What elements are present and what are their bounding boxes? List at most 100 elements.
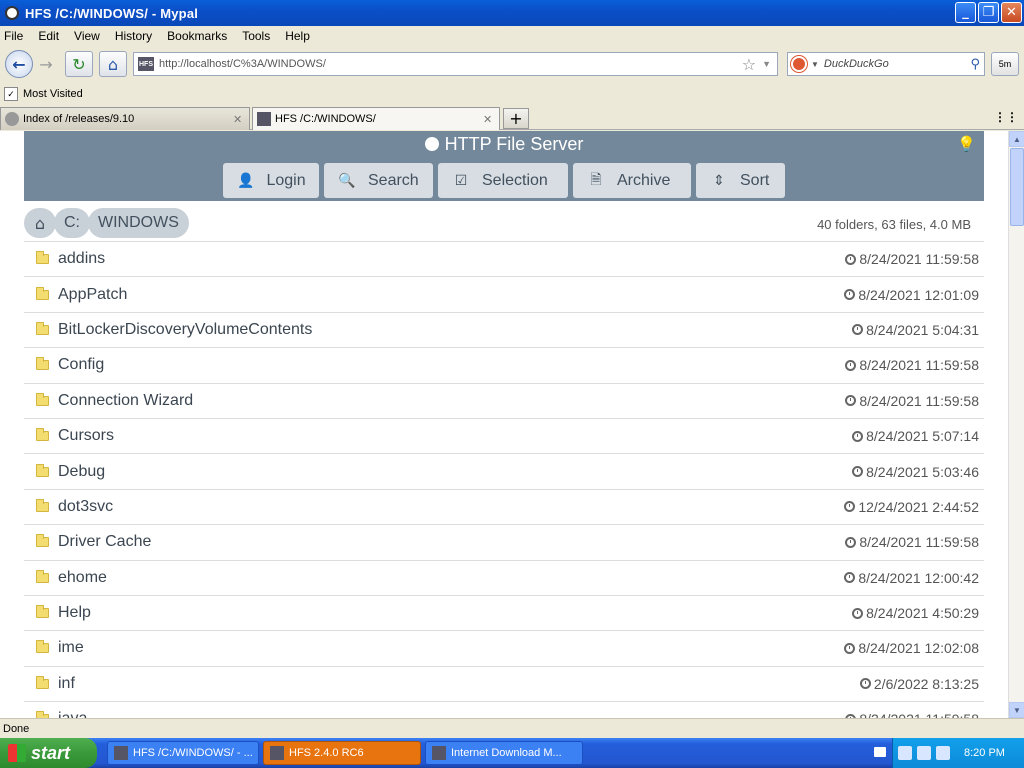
folder-name[interactable]: Cursors bbox=[58, 427, 852, 445]
forward-button[interactable]: → bbox=[33, 51, 59, 77]
folder-row[interactable]: Cursors 8/24/2021 5:07:14 bbox=[24, 417, 984, 453]
status-text: Done bbox=[3, 722, 30, 735]
scroll-down-button[interactable]: ▼ bbox=[1009, 702, 1024, 718]
tab-close-icon[interactable]: ✕ bbox=[233, 113, 249, 126]
selection-button[interactable]: ☑ Selection bbox=[438, 163, 568, 198]
reload-button[interactable]: ↻ bbox=[65, 51, 93, 77]
tab-hfs-windows[interactable]: HFS /C:/WINDOWS/ ✕ bbox=[252, 107, 500, 130]
archive-button[interactable]: 🗎 Archive bbox=[573, 163, 691, 198]
menu-view[interactable]: View bbox=[74, 29, 100, 43]
menu-edit[interactable]: Edit bbox=[38, 29, 59, 43]
folder-name[interactable]: inf bbox=[58, 675, 860, 693]
home-button[interactable]: ⌂ bbox=[99, 51, 127, 77]
folder-row[interactable]: ime 8/24/2021 12:02:08 bbox=[24, 630, 984, 665]
taskbar-item-idm[interactable]: Internet Download M... bbox=[425, 741, 583, 765]
file-list: addins 8/24/2021 11:59:58 AppPatch 8/24/202… bbox=[24, 241, 984, 718]
bookmark-star-icon[interactable]: ☆ bbox=[742, 55, 756, 74]
folder-row[interactable]: BitLockerDiscoveryVolumeContents 8/24/202… bbox=[24, 311, 984, 347]
folder-row[interactable]: Help 8/24/2021 4:50:29 bbox=[24, 594, 984, 630]
folder-name[interactable]: Help bbox=[58, 604, 852, 622]
search-input[interactable]: DuckDuckGo bbox=[824, 58, 971, 70]
folder-name[interactable]: AppPatch bbox=[58, 286, 844, 304]
menu-bookmarks[interactable]: Bookmarks bbox=[167, 29, 227, 43]
extension-button[interactable]: 5m bbox=[991, 52, 1019, 76]
login-button[interactable]: 👤 Login bbox=[223, 163, 319, 198]
scroll-thumb[interactable] bbox=[1010, 148, 1024, 226]
folder-row[interactable]: java 8/24/2021 11:59:58 bbox=[24, 701, 984, 718]
globe-icon bbox=[424, 137, 439, 151]
start-button[interactable]: start bbox=[0, 738, 97, 768]
mypal-app-icon bbox=[5, 6, 19, 20]
window-title: HFS /C:/WINDOWS/ - Mypal bbox=[25, 5, 199, 21]
minimize-button[interactable]: _ bbox=[955, 2, 976, 23]
system-tray: 8:20 PM bbox=[892, 738, 1024, 768]
breadcrumb-windows[interactable]: WINDOWS bbox=[88, 208, 189, 238]
folder-name[interactable]: dot3svc bbox=[58, 498, 844, 516]
duckduckgo-icon[interactable] bbox=[791, 56, 807, 72]
tab-favicon-icon bbox=[257, 112, 271, 126]
folder-row[interactable]: dot3svc 12/24/2021 2:44:52 bbox=[24, 488, 984, 524]
tab-close-icon[interactable]: ✕ bbox=[483, 113, 499, 126]
keyboard-icon[interactable] bbox=[874, 747, 886, 757]
url-text[interactable]: http://localhost/C%3A/WINDOWS/ bbox=[159, 58, 742, 70]
folder-icon bbox=[36, 640, 49, 654]
folder-row[interactable]: Connection Wizard 8/24/2021 11:59:58 bbox=[24, 382, 984, 418]
folder-date-text: 8/24/2021 11:59:58 bbox=[859, 392, 979, 409]
menu-history[interactable]: History bbox=[115, 29, 152, 43]
breadcrumb-c-drive[interactable]: C: bbox=[54, 208, 90, 238]
scroll-up-button[interactable]: ▲ bbox=[1009, 131, 1024, 147]
folder-name[interactable]: ime bbox=[58, 639, 844, 657]
search-label: Search bbox=[368, 171, 419, 189]
folder-name[interactable]: Driver Cache bbox=[58, 533, 845, 551]
menu-file[interactable]: File bbox=[4, 29, 23, 43]
folder-date-text: 8/24/2021 5:07:14 bbox=[866, 428, 979, 445]
search-bar[interactable]: ▼ DuckDuckGo ⚲ bbox=[787, 52, 985, 76]
back-button[interactable]: ← bbox=[5, 50, 33, 78]
tab-releases[interactable]: Index of /releases/9.10 ✕ bbox=[0, 107, 250, 130]
hfs-tray-icon[interactable] bbox=[898, 746, 912, 760]
address-bar[interactable]: HFS http://localhost/C%3A/WINDOWS/ ☆ ▼ bbox=[133, 52, 778, 76]
folder-date-text: 2/6/2022 8:13:25 bbox=[873, 675, 979, 692]
new-tab-button[interactable]: + bbox=[503, 108, 529, 129]
folder-name[interactable]: BitLockerDiscoveryVolumeContents bbox=[58, 321, 852, 339]
folder-row[interactable]: Config 8/24/2021 11:59:58 bbox=[24, 347, 984, 382]
folder-icon bbox=[36, 569, 49, 583]
folder-icon bbox=[36, 605, 49, 619]
folder-row[interactable]: AppPatch 8/24/2021 12:01:09 bbox=[24, 276, 984, 311]
folder-row[interactable]: inf 2/6/2022 8:13:25 bbox=[24, 665, 984, 701]
folder-row[interactable]: addins 8/24/2021 11:59:58 bbox=[24, 241, 984, 276]
idm-app-icon bbox=[432, 746, 446, 760]
taskbar: start HFS /C:/WINDOWS/ - ... HFS 2.4.0 R… bbox=[0, 738, 1024, 768]
maximize-button[interactable]: ❐ bbox=[978, 2, 999, 23]
sort-button[interactable]: ⇕ Sort bbox=[696, 163, 785, 198]
folder-name[interactable]: ehome bbox=[58, 569, 844, 587]
clock-icon bbox=[844, 642, 856, 654]
folder-name[interactable]: addins bbox=[58, 250, 845, 268]
folder-name[interactable]: Config bbox=[58, 356, 845, 374]
taskbar-item-mypal[interactable]: HFS /C:/WINDOWS/ - ... bbox=[107, 741, 259, 765]
folder-name[interactable]: Connection Wizard bbox=[58, 392, 845, 410]
folder-date: 8/24/2021 11:59:58 bbox=[845, 393, 979, 409]
url-dropdown-icon[interactable]: ▼ bbox=[762, 59, 771, 69]
idm-tray-icon[interactable] bbox=[936, 746, 950, 760]
folder-name[interactable]: Debug bbox=[58, 463, 852, 481]
folder-name[interactable]: java bbox=[58, 710, 845, 718]
breadcrumb-home-icon[interactable]: ⌂ bbox=[24, 208, 56, 238]
close-window-button[interactable]: ✕ bbox=[1001, 2, 1022, 23]
taskbar-item-hfs[interactable]: HFS 2.4.0 RC6 bbox=[263, 741, 421, 765]
search-button[interactable]: 🔍 Search bbox=[324, 163, 433, 198]
folder-row[interactable]: ehome 8/24/2021 12:00:42 bbox=[24, 559, 984, 595]
lightbulb-icon[interactable]: 💡 bbox=[957, 135, 976, 153]
folder-row[interactable]: Driver Cache 8/24/2021 11:59:58 bbox=[24, 524, 984, 559]
taskbar-clock[interactable]: 8:20 PM bbox=[964, 747, 1005, 759]
tab-list-icon[interactable]: ⋮⋮ bbox=[994, 110, 1018, 124]
network-tray-icon[interactable] bbox=[917, 746, 931, 760]
engine-dropdown-icon[interactable]: ▼ bbox=[811, 60, 819, 69]
folder-row[interactable]: Debug 8/24/2021 5:03:46 bbox=[24, 453, 984, 488]
most-visited-bookmark[interactable]: Most Visited bbox=[23, 88, 83, 100]
user-icon: 👤 bbox=[237, 172, 255, 189]
menu-help[interactable]: Help bbox=[285, 29, 310, 43]
page-scrollbar[interactable]: ▲ ▼ bbox=[1008, 131, 1024, 718]
menu-tools[interactable]: Tools bbox=[242, 29, 270, 43]
search-icon[interactable]: ⚲ bbox=[970, 57, 980, 72]
